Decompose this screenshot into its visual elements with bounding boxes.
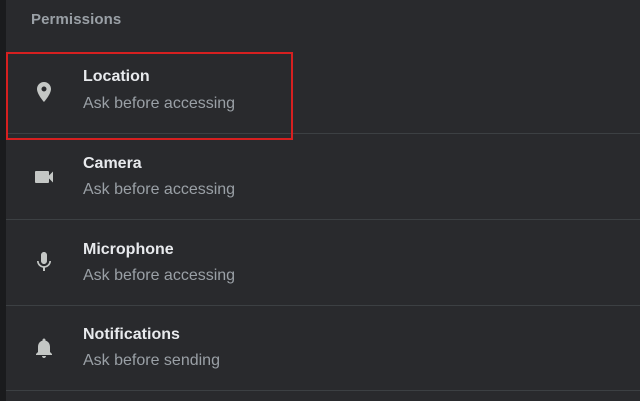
divider	[6, 133, 640, 134]
permission-label: Camera	[83, 155, 142, 172]
permission-status: Ask before sending	[83, 352, 220, 369]
permission-row-location[interactable]: Location Ask before accessing	[6, 49, 640, 134]
bell-icon	[32, 336, 56, 360]
divider	[6, 390, 640, 391]
permission-label: Notifications	[83, 326, 180, 343]
permission-label: Location	[83, 68, 150, 85]
divider	[6, 219, 640, 220]
microphone-icon	[32, 250, 56, 274]
permission-label: Microphone	[83, 241, 174, 258]
permissions-panel: Permissions Location Ask before accessin…	[6, 0, 640, 401]
section-title: Permissions	[31, 11, 122, 28]
location-pin-icon	[32, 80, 56, 104]
permission-status: Ask before accessing	[83, 181, 236, 198]
permission-row-notifications[interactable]: Notifications Ask before sending	[6, 306, 640, 391]
permission-row-camera[interactable]: Camera Ask before accessing	[6, 135, 640, 220]
permission-status: Ask before accessing	[83, 95, 236, 112]
permission-status: Ask before accessing	[83, 267, 236, 284]
permission-row-microphone[interactable]: Microphone Ask before accessing	[6, 221, 640, 306]
video-camera-icon	[32, 165, 56, 189]
